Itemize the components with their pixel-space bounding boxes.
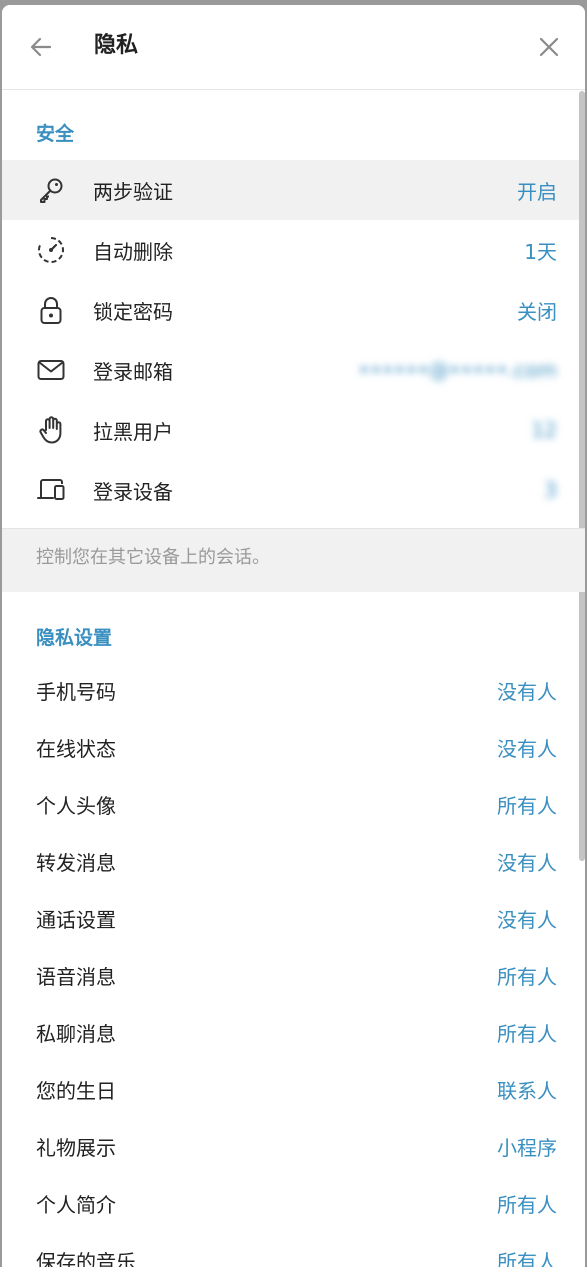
row-label: 锁定密码 bbox=[93, 299, 173, 324]
scrollbar[interactable] bbox=[579, 91, 585, 861]
row-profile-photo[interactable]: 个人头像 所有人 bbox=[2, 777, 579, 834]
arrow-left-icon bbox=[30, 37, 52, 57]
header: 隐私 bbox=[2, 5, 585, 90]
security-note: 控制您在其它设备上的会话。 bbox=[2, 528, 585, 592]
row-two-step-verification[interactable]: 两步验证 开启 bbox=[2, 160, 579, 220]
section-title-privacy: 隐私设置 bbox=[36, 627, 113, 649]
row-online-status[interactable]: 在线状态 没有人 bbox=[2, 720, 579, 777]
hand-icon bbox=[36, 415, 66, 445]
row-value: 关闭 bbox=[517, 299, 557, 324]
devices-icon bbox=[36, 475, 66, 505]
row-label: 登录设备 bbox=[93, 479, 173, 504]
row-value: 3 bbox=[544, 478, 557, 502]
row-forwarded-messages[interactable]: 转发消息 没有人 bbox=[2, 834, 579, 891]
row-label: 私聊消息 bbox=[36, 1022, 116, 1046]
mail-icon bbox=[36, 355, 66, 385]
row-value: 所有人 bbox=[497, 1193, 557, 1217]
key-icon bbox=[36, 175, 66, 205]
row-voice-messages[interactable]: 语音消息 所有人 bbox=[2, 948, 579, 1005]
row-value: 开启 bbox=[517, 179, 557, 204]
row-label: 手机号码 bbox=[36, 680, 116, 704]
row-value: 1天 bbox=[524, 239, 557, 264]
page-title: 隐私 bbox=[94, 33, 139, 58]
row-label: 登录邮箱 bbox=[93, 359, 173, 384]
row-value: 12 bbox=[531, 418, 557, 442]
row-label: 自动删除 bbox=[93, 239, 173, 264]
row-passcode-lock[interactable]: 锁定密码 关闭 bbox=[2, 280, 579, 340]
row-label: 通话设置 bbox=[36, 908, 116, 932]
row-call-settings[interactable]: 通话设置 没有人 bbox=[2, 891, 579, 948]
row-bio[interactable]: 个人简介 所有人 bbox=[2, 1176, 579, 1233]
row-label: 在线状态 bbox=[36, 737, 116, 761]
row-gifts-display[interactable]: 礼物展示 小程序 bbox=[2, 1119, 579, 1176]
close-button[interactable] bbox=[532, 30, 566, 64]
row-value: 没有人 bbox=[497, 680, 557, 704]
section-title-security: 安全 bbox=[36, 123, 75, 145]
row-login-email[interactable]: 登录邮箱 ••••••@•••••.com bbox=[2, 340, 579, 400]
row-value: 联系人 bbox=[497, 1079, 557, 1103]
row-login-devices[interactable]: 登录设备 3 bbox=[2, 460, 579, 520]
row-phone-number[interactable]: 手机号码 没有人 bbox=[2, 663, 579, 720]
row-value: 所有人 bbox=[497, 794, 557, 818]
row-private-messages[interactable]: 私聊消息 所有人 bbox=[2, 1005, 579, 1062]
row-label: 个人简介 bbox=[36, 1193, 116, 1217]
timer-icon bbox=[36, 235, 66, 265]
row-value: 小程序 bbox=[497, 1136, 557, 1160]
row-auto-delete[interactable]: 自动删除 1天 bbox=[2, 220, 579, 280]
row-label: 您的生日 bbox=[36, 1079, 116, 1103]
row-value: ••••••@•••••.com bbox=[358, 358, 557, 382]
row-label: 转发消息 bbox=[36, 851, 116, 875]
row-saved-music[interactable]: 保存的音乐 所有人 bbox=[2, 1233, 579, 1267]
lock-icon bbox=[36, 295, 66, 325]
row-value: 没有人 bbox=[497, 737, 557, 761]
row-value: 没有人 bbox=[497, 851, 557, 875]
row-value: 所有人 bbox=[497, 1022, 557, 1046]
row-label: 个人头像 bbox=[36, 794, 116, 818]
back-button[interactable] bbox=[24, 30, 58, 64]
privacy-panel: 隐私 安全 两步验证 开启 自动删除 1天 锁定密码 关闭 登录邮箱 •••••… bbox=[2, 5, 585, 1267]
close-icon bbox=[539, 37, 559, 57]
row-label: 礼物展示 bbox=[36, 1136, 116, 1160]
row-label: 两步验证 bbox=[93, 179, 173, 204]
row-value: 所有人 bbox=[497, 965, 557, 989]
row-label: 拉黑用户 bbox=[93, 419, 173, 444]
row-value: 没有人 bbox=[497, 908, 557, 932]
row-value: 所有人 bbox=[497, 1250, 557, 1267]
row-blocked-users[interactable]: 拉黑用户 12 bbox=[2, 400, 579, 460]
note-text: 控制您在其它设备上的会话。 bbox=[36, 547, 270, 568]
row-birthday[interactable]: 您的生日 联系人 bbox=[2, 1062, 579, 1119]
row-label: 语音消息 bbox=[36, 965, 116, 989]
row-label: 保存的音乐 bbox=[36, 1250, 136, 1267]
